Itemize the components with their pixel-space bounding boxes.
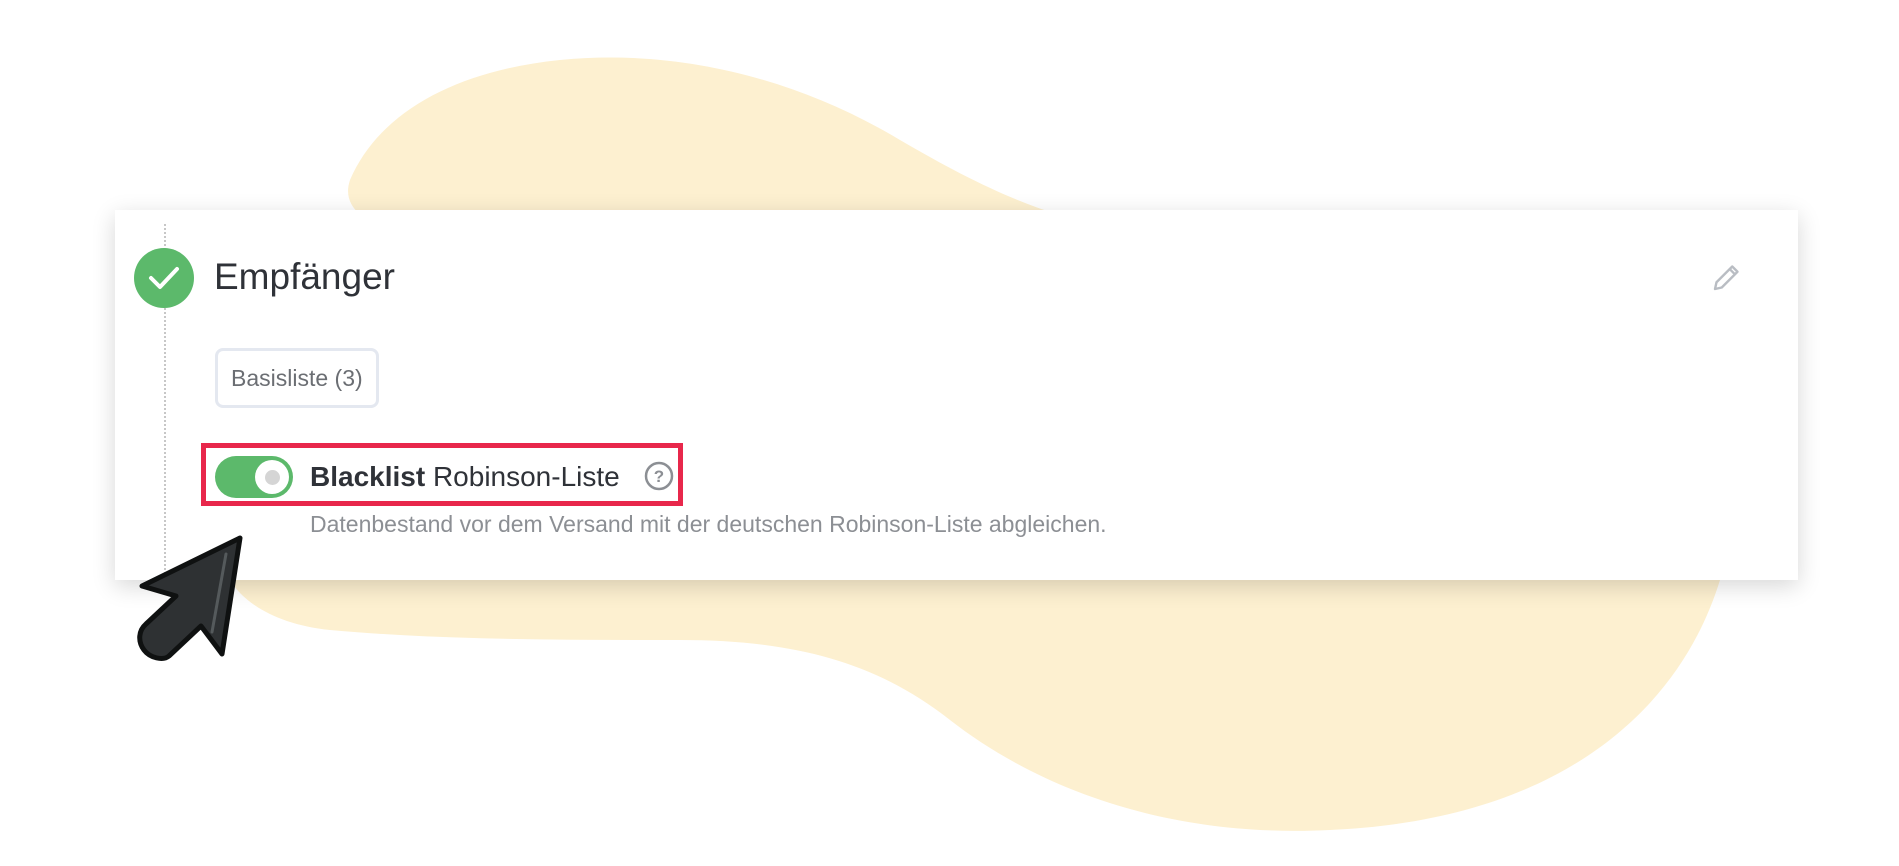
list-tag[interactable]: Basisliste (3): [215, 348, 379, 408]
blacklist-toggle[interactable]: [215, 456, 293, 498]
svg-text:?: ?: [654, 467, 664, 486]
check-icon: [134, 248, 194, 308]
edit-button[interactable]: [1707, 257, 1747, 297]
step-title: Empfänger: [214, 256, 395, 297]
blacklist-description: Datenbestand vor dem Versand mit der deu…: [310, 511, 1107, 537]
question-circle-icon[interactable]: ?: [643, 460, 675, 492]
recipients-step-card: Empfänger Basisliste (3) Blacklist Robin…: [115, 210, 1798, 580]
blacklist-label-rest: Robinson-Liste: [432, 461, 620, 492]
blacklist-label-bold: Blacklist: [310, 461, 426, 492]
pencil-icon: [1713, 265, 1739, 291]
list-tag-label: Basisliste (3): [231, 364, 363, 391]
mouse-pointer-icon: [137, 535, 243, 661]
toggle-knob: [255, 460, 289, 494]
blacklist-label: Blacklist Robinson-Liste: [310, 458, 620, 496]
